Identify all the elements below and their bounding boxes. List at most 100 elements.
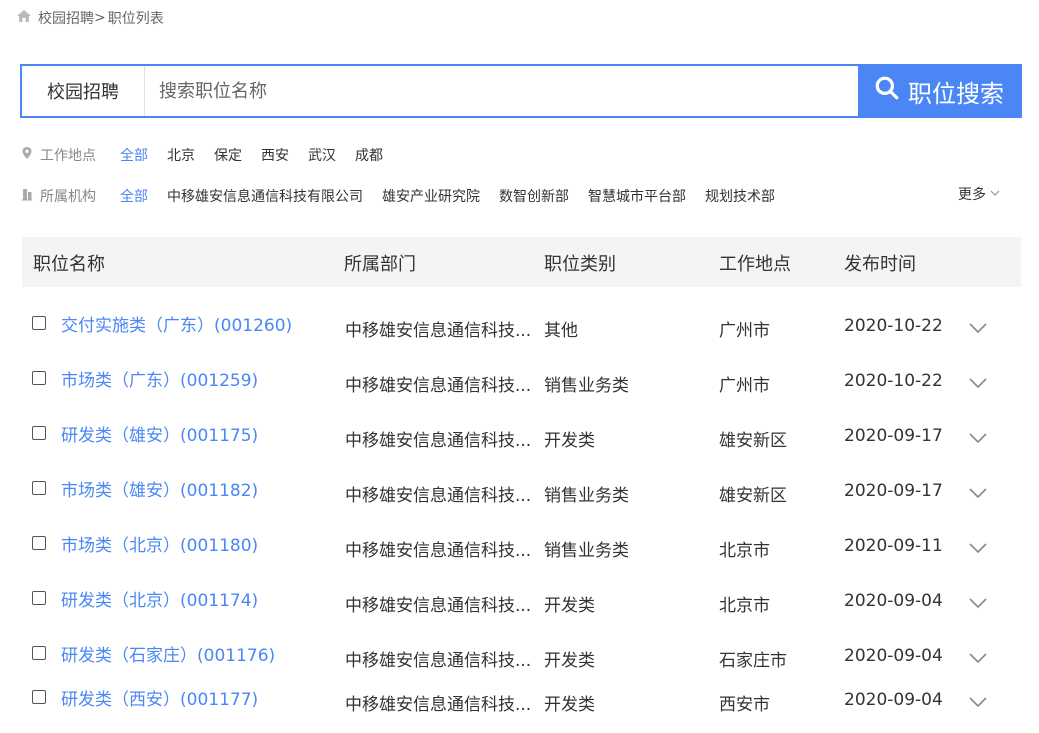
job-title-link[interactable]: 市场类（雄安）(001182) — [61, 476, 258, 501]
chevron-down-icon[interactable] — [968, 485, 988, 499]
filter-org-innovation[interactable]: 数智创新部 — [499, 186, 569, 206]
filter-org: 所属机构 全部 中移雄安信息通信科技有限公司 雄安产业研究院 数智创新部 智慧城… — [20, 184, 794, 208]
job-date: 2020-09-11 — [844, 536, 943, 556]
job-location: 雄安新区 — [719, 486, 787, 506]
table-row: 交付实施类（广东）(001260) 中移雄安信息通信科技... 其他 广州市 2… — [22, 302, 1021, 357]
job-dept: 中移雄安信息通信科技... — [345, 376, 532, 396]
row-checkbox[interactable] — [32, 481, 46, 495]
job-location: 石家庄市 — [719, 651, 787, 671]
chevron-down-icon — [990, 186, 1000, 202]
job-location: 北京市 — [719, 541, 770, 561]
job-category: 销售业务类 — [544, 541, 629, 561]
search-bar: 校园招聘 职位搜索 — [20, 64, 1022, 118]
job-location: 广州市 — [719, 376, 770, 396]
filter-location-xian[interactable]: 西安 — [261, 145, 289, 165]
job-category: 开发类 — [544, 596, 595, 616]
search-category-select[interactable]: 校园招聘 — [22, 66, 145, 116]
job-date: 2020-09-17 — [844, 426, 943, 446]
job-dept: 中移雄安信息通信科技... — [345, 321, 532, 341]
chevron-down-icon[interactable] — [968, 540, 988, 554]
table-row: 市场类（雄安）(001182) 中移雄安信息通信科技... 销售业务类 雄安新区… — [22, 467, 1021, 522]
job-location: 广州市 — [719, 321, 770, 341]
job-category: 开发类 — [544, 651, 595, 671]
job-dept: 中移雄安信息通信科技... — [345, 486, 532, 506]
filter-location-label: 工作地点 — [20, 145, 120, 165]
table-row: 研发类（雄安）(001175) 中移雄安信息通信科技... 开发类 雄安新区 2… — [22, 412, 1021, 467]
chevron-down-icon[interactable] — [968, 430, 988, 444]
map-pin-icon — [20, 146, 34, 164]
table-row: 市场类（广东）(001259) 中移雄安信息通信科技... 销售业务类 广州市 … — [22, 357, 1021, 412]
job-date: 2020-09-17 — [844, 481, 943, 501]
job-category: 开发类 — [544, 431, 595, 451]
chevron-down-icon[interactable] — [968, 694, 988, 708]
breadcrumb: 校园招聘 > 职位列表 — [16, 8, 164, 28]
job-title-link[interactable]: 研发类（北京）(001174) — [61, 586, 258, 611]
job-category: 销售业务类 — [544, 486, 629, 506]
breadcrumb-home-link[interactable]: 校园招聘 — [38, 8, 94, 28]
col-category: 职位类别 — [544, 254, 616, 275]
search-icon — [874, 75, 900, 107]
filter-org-cmxa[interactable]: 中移雄安信息通信科技有限公司 — [167, 186, 363, 206]
job-dept: 中移雄安信息通信科技... — [345, 695, 532, 715]
filter-org-all[interactable]: 全部 — [120, 186, 148, 206]
row-checkbox[interactable] — [32, 426, 46, 440]
building-icon — [20, 187, 34, 205]
job-title-link[interactable]: 研发类（西安）(001177) — [61, 685, 258, 710]
row-checkbox[interactable] — [32, 646, 46, 660]
job-dept: 中移雄安信息通信科技... — [345, 541, 532, 561]
table-row: 研发类（北京）(001174) 中移雄安信息通信科技... 开发类 北京市 20… — [22, 577, 1021, 632]
job-category: 销售业务类 — [544, 376, 629, 396]
filter-location-all[interactable]: 全部 — [120, 145, 148, 165]
job-date: 2020-09-04 — [844, 646, 943, 666]
job-title-link[interactable]: 市场类（广东）(001259) — [61, 366, 258, 391]
filter-org-text: 所属机构 — [40, 189, 96, 205]
search-button[interactable]: 职位搜索 — [858, 66, 1020, 116]
job-category: 其他 — [544, 321, 578, 341]
row-checkbox[interactable] — [32, 591, 46, 605]
filter-location-baoding[interactable]: 保定 — [214, 145, 242, 165]
filter-org-research[interactable]: 雄安产业研究院 — [382, 186, 480, 206]
job-date: 2020-10-22 — [844, 316, 943, 336]
chevron-down-icon[interactable] — [968, 650, 988, 664]
row-checkbox[interactable] — [32, 371, 46, 385]
chevron-down-icon[interactable] — [968, 595, 988, 609]
home-icon[interactable] — [16, 8, 32, 28]
chevron-down-icon[interactable] — [968, 375, 988, 389]
job-title-link[interactable]: 研发类（雄安）(001175) — [61, 421, 258, 446]
job-dept: 中移雄安信息通信科技... — [345, 651, 532, 671]
job-title-link[interactable]: 市场类（北京）(001180) — [61, 531, 258, 556]
search-input[interactable] — [145, 66, 858, 116]
filter-location: 工作地点 全部 北京 保定 西安 武汉 成都 — [20, 143, 402, 167]
row-checkbox[interactable] — [32, 690, 46, 704]
job-location: 雄安新区 — [719, 431, 787, 451]
more-label: 更多 — [958, 187, 986, 203]
table-header: 职位名称 所属部门 职位类别 工作地点 发布时间 — [22, 237, 1021, 287]
job-dept: 中移雄安信息通信科技... — [345, 431, 532, 451]
job-location: 北京市 — [719, 596, 770, 616]
row-checkbox[interactable] — [32, 536, 46, 550]
col-dept: 所属部门 — [344, 254, 416, 275]
col-location: 工作地点 — [719, 254, 791, 275]
job-dept: 中移雄安信息通信科技... — [345, 596, 532, 616]
job-title-link[interactable]: 研发类（石家庄）(001176) — [61, 641, 275, 666]
job-date: 2020-10-22 — [844, 371, 943, 391]
filter-location-beijing[interactable]: 北京 — [167, 145, 195, 165]
search-button-label: 职位搜索 — [908, 79, 1004, 108]
job-date: 2020-09-04 — [844, 591, 943, 611]
job-date: 2020-09-04 — [844, 690, 943, 710]
filter-location-chengdu[interactable]: 成都 — [355, 145, 383, 165]
col-date: 发布时间 — [844, 254, 916, 275]
filter-org-more-button[interactable]: 更多 — [958, 184, 1000, 204]
table-row: 研发类（西安）(001177) 中移雄安信息通信科技... 开发类 西安市 20… — [22, 676, 1021, 731]
job-title-link[interactable]: 交付实施类（广东）(001260) — [61, 311, 292, 336]
row-checkbox[interactable] — [32, 316, 46, 330]
col-title: 职位名称 — [33, 254, 105, 275]
filter-org-smartcity[interactable]: 智慧城市平台部 — [588, 186, 686, 206]
filter-org-label: 所属机构 — [20, 186, 120, 206]
filter-location-text: 工作地点 — [40, 148, 96, 164]
filter-location-wuhan[interactable]: 武汉 — [308, 145, 336, 165]
breadcrumb-current: 职位列表 — [107, 11, 164, 27]
table-row: 市场类（北京）(001180) 中移雄安信息通信科技... 销售业务类 北京市 … — [22, 522, 1021, 577]
filter-org-planning[interactable]: 规划技术部 — [705, 186, 775, 206]
chevron-down-icon[interactable] — [968, 320, 988, 334]
